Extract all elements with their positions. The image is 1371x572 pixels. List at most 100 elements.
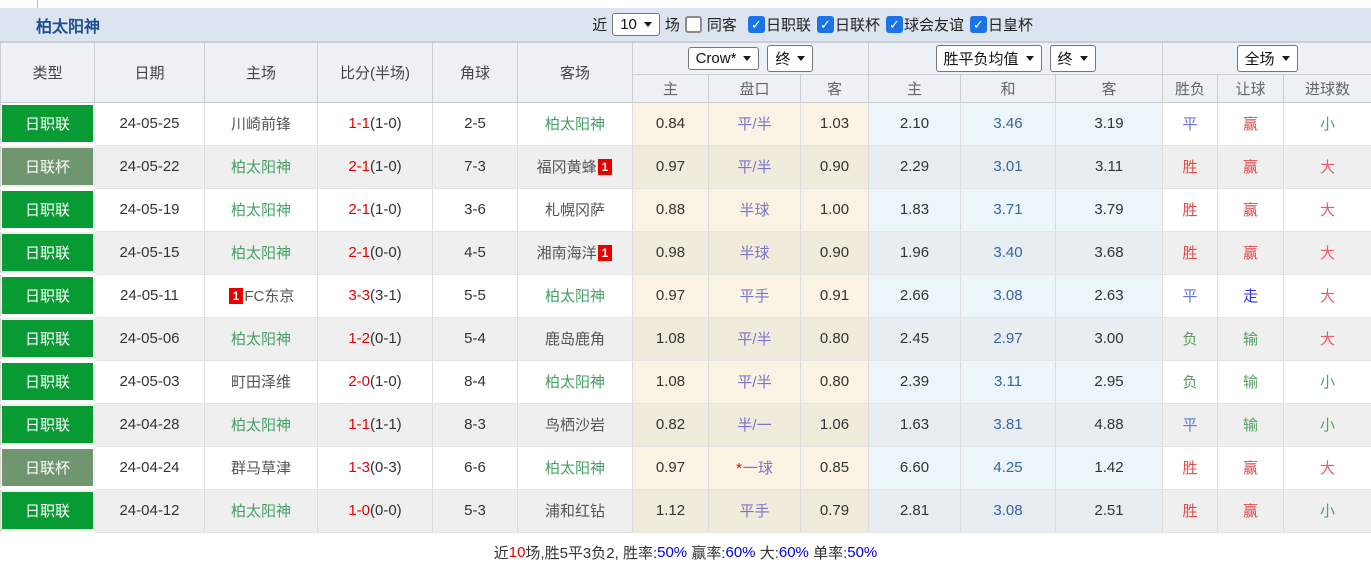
chevron-down-icon [644, 22, 652, 27]
asian-handicap-line: 半球 [709, 188, 801, 231]
red-card-badge: 1 [229, 288, 244, 304]
asian-period-value: 终 [775, 48, 790, 69]
handicap-result: 输 [1218, 317, 1284, 360]
asian-home-odds: 0.97 [633, 274, 709, 317]
table-body: 日职联 24-05-25 川崎前锋 1-1(1-0) 2-5 柏太阳神 0.84… [1, 103, 1371, 533]
same-venue-checkbox[interactable] [685, 16, 702, 33]
corners: 5-3 [433, 489, 518, 532]
handicap-result: 赢 [1218, 188, 1284, 231]
col-score: 比分(半场) [318, 43, 433, 103]
score-cell: 1-1(1-0) [318, 103, 433, 146]
match-date: 24-04-24 [95, 446, 205, 489]
outcome-result: 平 [1163, 274, 1218, 317]
fulltime-score: 2-1 [348, 158, 370, 175]
outcome-result: 胜 [1163, 231, 1218, 274]
league-badge: 日职联 [2, 363, 93, 400]
asian-handicap-line: 平/半 [709, 317, 801, 360]
chevron-down-icon [1080, 56, 1088, 61]
team-name: 柏太阳神 [231, 503, 291, 520]
euro-draw-odds: 2.97 [961, 317, 1056, 360]
asian-home-odds: 0.84 [633, 103, 709, 146]
team-name: 柏太阳神 [545, 460, 605, 477]
match-date: 24-05-06 [95, 317, 205, 360]
home-team: 柏太阳神 [205, 403, 318, 446]
halftime-score: (3-1) [370, 287, 402, 304]
result-period-value: 全场 [1245, 48, 1275, 69]
asian-home-odds: 0.98 [633, 231, 709, 274]
league-cell: 日联杯 [1, 145, 95, 188]
handicap-result: 赢 [1218, 489, 1284, 532]
asian-away-odds: 0.80 [801, 360, 869, 403]
fulltime-score: 1-1 [348, 416, 370, 433]
handicap-result: 赢 [1218, 145, 1284, 188]
team-name: 柏太阳神 [231, 202, 291, 219]
halftime-score: (0-1) [370, 330, 402, 347]
away-team: 札幌冈萨 [518, 188, 633, 231]
euro-away-odds: 2.63 [1056, 274, 1163, 317]
match-count-select[interactable]: 10 [612, 13, 660, 36]
league-filter-checkbox[interactable]: ✓ [817, 16, 834, 33]
corners: 7-3 [433, 145, 518, 188]
away-team: 湘南海洋1 [518, 231, 633, 274]
league-filter-checkbox[interactable]: ✓ [886, 16, 903, 33]
home-team: 柏太阳神 [205, 231, 318, 274]
league-filter-checkbox[interactable]: ✓ [748, 16, 765, 33]
col-asian-home: 主 [633, 75, 709, 103]
asian-period-select[interactable]: 终 [767, 45, 813, 72]
score-cell: 1-1(1-1) [318, 403, 433, 446]
top-strip [0, 0, 1371, 8]
match-row: 日职联 24-05-03 町田泽维 2-0(1-0) 8-4 柏太阳神 1.08… [1, 360, 1371, 403]
league-cell: 日职联 [1, 317, 95, 360]
result-period-select[interactable]: 全场 [1237, 45, 1298, 72]
match-date: 24-04-28 [95, 403, 205, 446]
match-row: 日职联 24-04-12 柏太阳神 1-0(0-0) 5-3 浦和红钻 1.12… [1, 489, 1371, 532]
goals-result: 大 [1284, 446, 1371, 489]
home-team: 川崎前锋 [205, 103, 318, 146]
footer-segment: 50% [847, 544, 877, 561]
league-badge: 日联杯 [2, 148, 93, 185]
goals-result: 小 [1284, 403, 1371, 446]
euro-away-odds: 3.79 [1056, 188, 1163, 231]
euro-draw-odds: 3.01 [961, 145, 1056, 188]
col-home: 主场 [205, 43, 318, 103]
match-date: 24-05-22 [95, 145, 205, 188]
title-bar: 柏太阳神 近 10 场 同客 ✓日职联✓日联杯✓球会友谊✓日皇杯 [0, 8, 1371, 42]
outcome-result: 胜 [1163, 188, 1218, 231]
euro-period-select[interactable]: 终 [1050, 45, 1096, 72]
col-away: 客场 [518, 43, 633, 103]
league-filter-checkbox[interactable]: ✓ [970, 16, 987, 33]
asian-handicap-line: 平/半 [709, 360, 801, 403]
league-badge: 日职联 [2, 191, 93, 228]
asian-handicap-line: 平手 [709, 274, 801, 317]
fulltime-score: 1-3 [348, 459, 370, 476]
team-name: 柏太阳神 [231, 331, 291, 348]
fulltime-score: 2-0 [348, 373, 370, 390]
footer-segment: 场,胜5平3负2, 胜率: [525, 542, 657, 563]
away-team: 柏太阳神 [518, 446, 633, 489]
fulltime-score: 2-1 [348, 244, 370, 261]
euro-company-select[interactable]: 胜平负均值 [936, 45, 1042, 72]
filter-toolbar: 近 10 场 同客 ✓日职联✓日联杯✓球会友谊✓日皇杯 [592, 13, 1033, 36]
team-name: 町田泽维 [231, 374, 291, 391]
asian-home-odds: 1.08 [633, 360, 709, 403]
league-cell: 日职联 [1, 188, 95, 231]
footer-segment: 50% [657, 544, 687, 561]
league-cell: 日联杯 [1, 446, 95, 489]
asian-home-odds: 1.12 [633, 489, 709, 532]
home-team: 町田泽维 [205, 360, 318, 403]
asian-handicap-line: 平/半 [709, 145, 801, 188]
league-filter-label: 日皇杯 [988, 14, 1033, 35]
outcome-result: 负 [1163, 317, 1218, 360]
outcome-result: 胜 [1163, 489, 1218, 532]
team-name: 柏太阳神 [231, 245, 291, 262]
league-badge: 日联杯 [2, 449, 93, 486]
asian-home-odds: 0.97 [633, 446, 709, 489]
match-date: 24-04-12 [95, 489, 205, 532]
home-team: 柏太阳神 [205, 317, 318, 360]
asian-away-odds: 0.90 [801, 145, 869, 188]
euro-home-odds: 2.10 [869, 103, 961, 146]
asian-company-select[interactable]: Crow* [688, 47, 760, 70]
halftime-score: (1-0) [370, 201, 402, 218]
footer-segment: 大: [756, 542, 779, 563]
goals-result: 小 [1284, 489, 1371, 532]
